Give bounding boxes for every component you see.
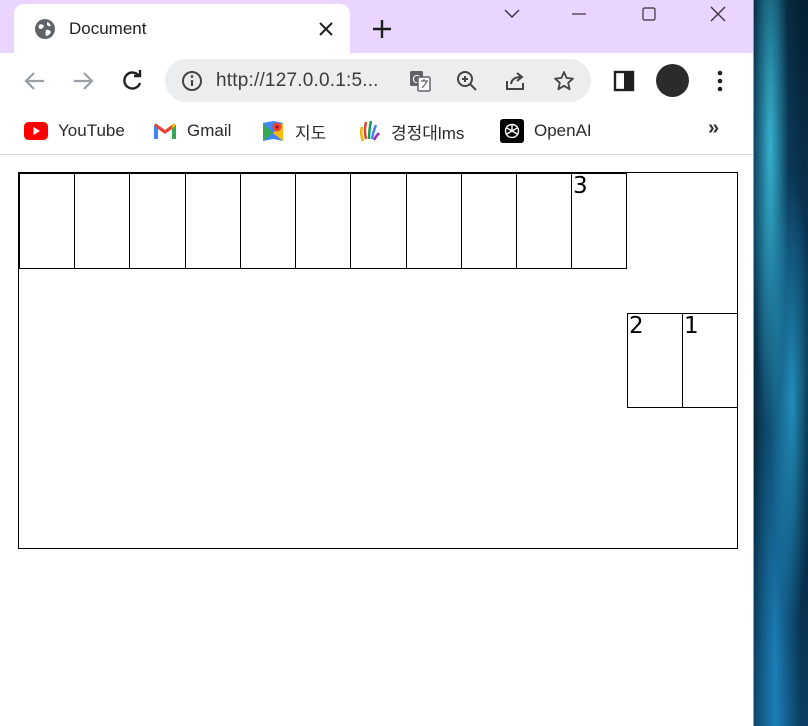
tab-document[interactable]: Document xyxy=(14,4,350,53)
bookmark-gmail[interactable]: Gmail xyxy=(153,119,231,143)
grid-cell xyxy=(406,173,462,269)
maximize-button[interactable] xyxy=(626,0,672,28)
close-icon[interactable] xyxy=(314,17,338,41)
reload-button[interactable] xyxy=(117,66,147,96)
translate-icon[interactable]: G xyxy=(405,66,435,96)
star-icon[interactable] xyxy=(549,66,579,96)
grid-cell xyxy=(240,173,296,269)
grid-cell: 3 xyxy=(571,173,627,269)
grid-cell xyxy=(19,173,75,269)
grid-cell xyxy=(350,173,407,269)
tab-title: Document xyxy=(69,19,147,38)
youtube-icon xyxy=(24,119,48,143)
container-box: 3 2 1 xyxy=(18,172,738,549)
back-button[interactable] xyxy=(20,66,50,96)
url-text[interactable]: http://127.0.0.1:5... xyxy=(216,70,379,92)
new-tab-button[interactable] xyxy=(368,15,396,43)
minimize-button[interactable] xyxy=(556,0,602,28)
bookmark-youtube[interactable]: YouTube xyxy=(24,119,125,143)
bookmark-openai[interactable]: OpenAI xyxy=(500,119,592,143)
bookmark-label: 경정대lms xyxy=(391,123,465,143)
browser-toolbar: http://127.0.0.1:5... G xyxy=(0,53,753,109)
grid-cell xyxy=(295,173,351,269)
forward-button[interactable] xyxy=(68,66,98,96)
grid-cell xyxy=(516,173,572,269)
browser-window: Document http://127.0.0.1:5... G YouTube… xyxy=(0,0,754,726)
gmail-icon xyxy=(153,119,177,143)
bookmark-maps[interactable]: 지도 xyxy=(261,119,326,143)
page-content: 3 2 1 xyxy=(0,156,753,726)
bookmarks-bar: YouTube Gmail 지도 경정대lms OpenAI » xyxy=(0,109,753,155)
grid-cell xyxy=(461,173,517,269)
bookmark-label: OpenAI xyxy=(534,121,592,140)
bookmark-lms[interactable]: 경정대lms xyxy=(357,119,464,143)
info-icon[interactable] xyxy=(177,66,207,96)
window-close-button[interactable] xyxy=(695,0,741,28)
side-cell: 1 xyxy=(682,313,738,408)
profile-avatar[interactable] xyxy=(656,64,689,97)
bookmark-label: YouTube xyxy=(58,121,125,140)
address-bar[interactable]: http://127.0.0.1:5... G xyxy=(165,59,591,102)
zoom-icon[interactable] xyxy=(452,66,482,96)
globe-icon xyxy=(34,18,56,40)
lms-icon xyxy=(357,119,381,143)
desktop-wallpaper xyxy=(754,0,808,726)
title-bar: Document xyxy=(0,0,753,53)
grid-cell xyxy=(74,173,130,269)
bookmark-label: 지도 xyxy=(295,123,327,143)
side-panel-icon[interactable] xyxy=(609,66,639,96)
side-cell: 2 xyxy=(627,313,683,408)
grid-cell xyxy=(185,173,241,269)
bookmarks-overflow-button[interactable]: » xyxy=(708,117,719,140)
maps-icon xyxy=(261,119,285,143)
bookmark-label: Gmail xyxy=(187,121,232,140)
chevron-down-icon[interactable] xyxy=(489,0,535,28)
more-menu-icon[interactable] xyxy=(705,66,735,96)
grid-cell xyxy=(129,173,186,269)
openai-icon xyxy=(500,119,524,143)
share-icon[interactable] xyxy=(500,66,530,96)
